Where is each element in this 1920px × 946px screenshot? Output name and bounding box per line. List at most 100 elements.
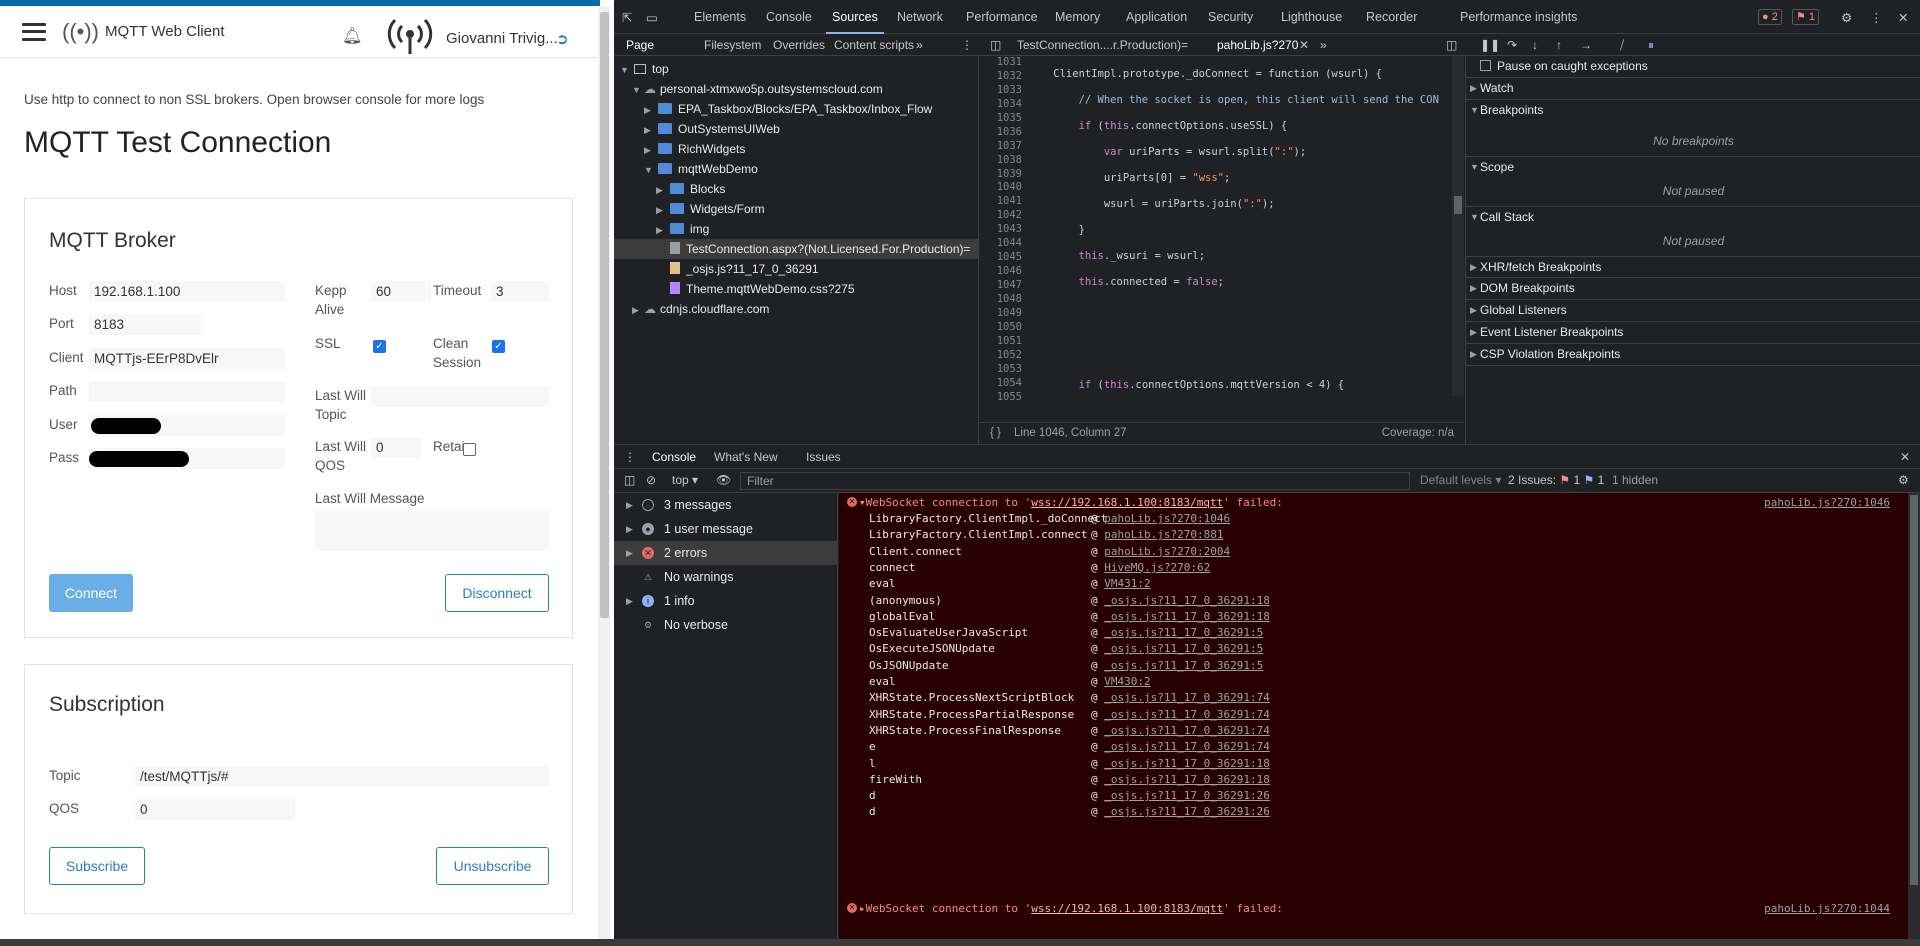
keepalive-input[interactable]: 60 (371, 281, 431, 302)
sidebar-warnings[interactable]: ⚠ No warnings (614, 565, 838, 589)
timeout-input[interactable]: 3 (491, 281, 549, 302)
error-message-2[interactable]: ▸WebSocket connection to 'wss://192.168.… (859, 902, 1283, 916)
tree-folder-richwidgets[interactable]: RichWidgets (658, 142, 745, 156)
stack-frame-location[interactable]: @ _osjs.js?11_17_0_36291:5 (1091, 626, 1263, 640)
more-menu-icon[interactable]: ⋮ (1870, 10, 1883, 25)
more-tabs-icon[interactable]: » (916, 38, 923, 52)
line-number[interactable]: 1044 (980, 237, 1022, 251)
tab-sources[interactable]: Sources (826, 10, 884, 34)
stack-frame-location[interactable]: @ pahoLib.js?270:1046 (1091, 512, 1230, 526)
retain-checkbox[interactable] (463, 443, 476, 456)
tree-folder-epa[interactable]: EPA_Taskbox/Blocks/EPA_Taskbox/Inbox_Flo… (658, 102, 932, 116)
tree-top[interactable]: top (634, 62, 669, 76)
line-number[interactable]: 1054 (980, 377, 1022, 391)
disconnect-button[interactable]: Disconnect (445, 574, 549, 612)
stack-frame-location[interactable]: @ _osjs.js?11_17_0_36291:18 (1091, 757, 1270, 771)
line-number[interactable]: 1037 (980, 140, 1022, 154)
tab-memory[interactable]: Memory (1055, 10, 1100, 24)
editor-tab-paholib[interactable]: pahoLib.js?270 (1217, 38, 1298, 52)
line-number[interactable]: 1032 (980, 70, 1022, 84)
stack-frame-location[interactable]: @ HiveMQ.js?270:62 (1091, 561, 1210, 575)
error-message-1[interactable]: ▾WebSocket connection to 'wss://192.168.… (859, 496, 1283, 510)
sidebar-errors[interactable]: ▶ ✕ 2 errors (614, 541, 838, 565)
sidebar-user-messages[interactable]: ▶ ● 1 user message (614, 517, 838, 541)
tab-recorder[interactable]: Recorder (1366, 10, 1417, 24)
section-global-listeners[interactable]: ▶ Global Listeners (1466, 300, 1920, 322)
stack-frame-location[interactable]: @ _osjs.js?11_17_0_36291:74 (1091, 691, 1270, 705)
drawer-tab-whats-new[interactable]: What's New (714, 450, 778, 464)
line-number[interactable]: 1053 (980, 363, 1022, 377)
toggle-debugger-icon[interactable]: ◫ (1446, 38, 1457, 52)
connect-button[interactable]: Connect (49, 574, 133, 612)
line-number[interactable]: 1048 (980, 293, 1022, 307)
tab-performance[interactable]: Performance (966, 10, 1038, 24)
tab-elements[interactable]: Elements (694, 10, 746, 24)
section-csp-breakpoints[interactable]: ▶ CSP Violation Breakpoints (1466, 344, 1920, 366)
stack-frame-location[interactable]: @ _osjs.js?11_17_0_36291:18 (1091, 610, 1270, 624)
eye-icon[interactable]: 👁︎ (716, 473, 731, 487)
drawer-menu-icon[interactable]: ⋮ (624, 450, 636, 464)
error-count-badge[interactable]: ● 2 (1758, 9, 1782, 25)
issues-badge[interactable]: 2 Issues: ⚑ 1 ⚑ 1 (1508, 473, 1604, 487)
sidebar-verbose[interactable]: ⚙ No verbose (614, 613, 838, 637)
issue-count-badge[interactable]: ⚑ 1 (1792, 9, 1820, 25)
sidebar-messages[interactable]: ▶ 3 messages (614, 493, 838, 517)
tab-security[interactable]: Security (1208, 10, 1253, 24)
pretty-print-icon[interactable]: { } (990, 427, 1001, 439)
toggle-navigator-icon[interactable]: ◫ (990, 38, 1001, 52)
filter-input[interactable]: Filter (740, 472, 1410, 490)
path-input[interactable] (89, 381, 285, 402)
clean-session-checkbox[interactable]: ✓ (492, 340, 505, 353)
inspect-icon[interactable]: ⇱ (622, 10, 632, 25)
device-toggle-icon[interactable]: ▭ (646, 10, 658, 25)
console-settings-icon[interactable]: ⚙ (1898, 473, 1909, 487)
ssl-checkbox[interactable]: ✓ (373, 340, 386, 353)
stack-frame-location[interactable]: @ _osjs.js?11_17_0_36291:18 (1091, 594, 1270, 608)
stack-frame-location[interactable]: @ VM430:2 (1091, 675, 1151, 689)
code-editor[interactable]: 1031 1032 1033 1034 1035 1036 1037 1038 1039 1040… (980, 56, 1464, 426)
line-number[interactable]: 1041 (980, 195, 1022, 209)
line-number-gutter[interactable]: 1031 1032 1033 1034 1035 1036 1037 1038 1039 1040… (980, 56, 1022, 406)
error-1-source-link[interactable]: pahoLib.js?270:1046 (1764, 496, 1890, 509)
unsubscribe-button[interactable]: Unsubscribe (436, 847, 549, 885)
tree-domain-cdnjs[interactable]: ☁ cdnjs.cloudflare.com (644, 302, 769, 316)
code-content[interactable]: ClientImpl.prototype._doConnect = functi… (1028, 56, 1452, 406)
sidebar-toggle-icon[interactable]: ◫ (624, 473, 635, 487)
stack-frame-location[interactable]: @ _osjs.js?11_17_0_36291:74 (1091, 740, 1270, 754)
line-number[interactable]: 1047 (980, 279, 1022, 293)
page-scrollbar[interactable] (598, 6, 610, 946)
drawer-tab-issues[interactable]: Issues (806, 450, 841, 464)
tree-file-testconnection[interactable]: TestConnection.aspx?(Not.Licensed.For.Pr… (670, 242, 971, 256)
subscribe-button[interactable]: Subscribe (49, 847, 145, 885)
error-2-source-link[interactable]: pahoLib.js?270:1044 (1764, 902, 1890, 915)
stack-frame-location[interactable]: @ pahoLib.js?270:881 (1091, 528, 1223, 542)
step-out-icon[interactable]: ↑ (1556, 38, 1562, 52)
host-input[interactable]: 192.168.1.100 (89, 281, 285, 302)
tab-content-scripts[interactable]: Content scripts (834, 38, 914, 52)
line-number[interactable]: 1031 (980, 56, 1022, 70)
clear-console-icon[interactable]: ⊘ (646, 473, 656, 487)
line-number[interactable]: 1052 (980, 349, 1022, 363)
stack-frame-location[interactable]: @ _osjs.js?11_17_0_36291:74 (1091, 708, 1270, 722)
tab-network[interactable]: Network (897, 10, 943, 24)
line-number[interactable]: 1036 (980, 126, 1022, 140)
lastwill-qos-input[interactable]: 0 (371, 437, 421, 458)
line-number[interactable]: 1033 (980, 84, 1022, 98)
client-input[interactable]: MQTTjs-EErP8DvElr (89, 348, 285, 369)
close-devtools-icon[interactable]: ✕ (1898, 10, 1908, 25)
pause-on-exceptions-icon[interactable]: ⏸ (1648, 38, 1654, 53)
context-select[interactable]: top ▾ (672, 473, 698, 487)
pause-icon[interactable]: ❚❚ (1480, 38, 1500, 52)
stack-frame-location[interactable]: @ _osjs.js?11_17_0_36291:5 (1091, 642, 1263, 656)
stack-frame-location[interactable]: @ _osjs.js?11_17_0_36291:26 (1091, 805, 1270, 819)
close-tab-icon[interactable]: ✕ (1299, 38, 1309, 52)
line-number[interactable]: 1045 (980, 251, 1022, 265)
port-input[interactable]: 8183 (89, 314, 201, 335)
more-editor-tabs-icon[interactable]: » (1320, 38, 1327, 52)
lastwill-message-textarea[interactable] (315, 511, 549, 551)
tree-folder-img[interactable]: img (670, 222, 709, 236)
stack-frame-location[interactable]: @ _osjs.js?11_17_0_36291:5 (1091, 659, 1263, 673)
qos-input[interactable]: 0 (135, 799, 295, 820)
step-over-icon[interactable]: ↷ (1507, 38, 1517, 52)
settings-icon[interactable]: ⚙ (1841, 10, 1852, 25)
